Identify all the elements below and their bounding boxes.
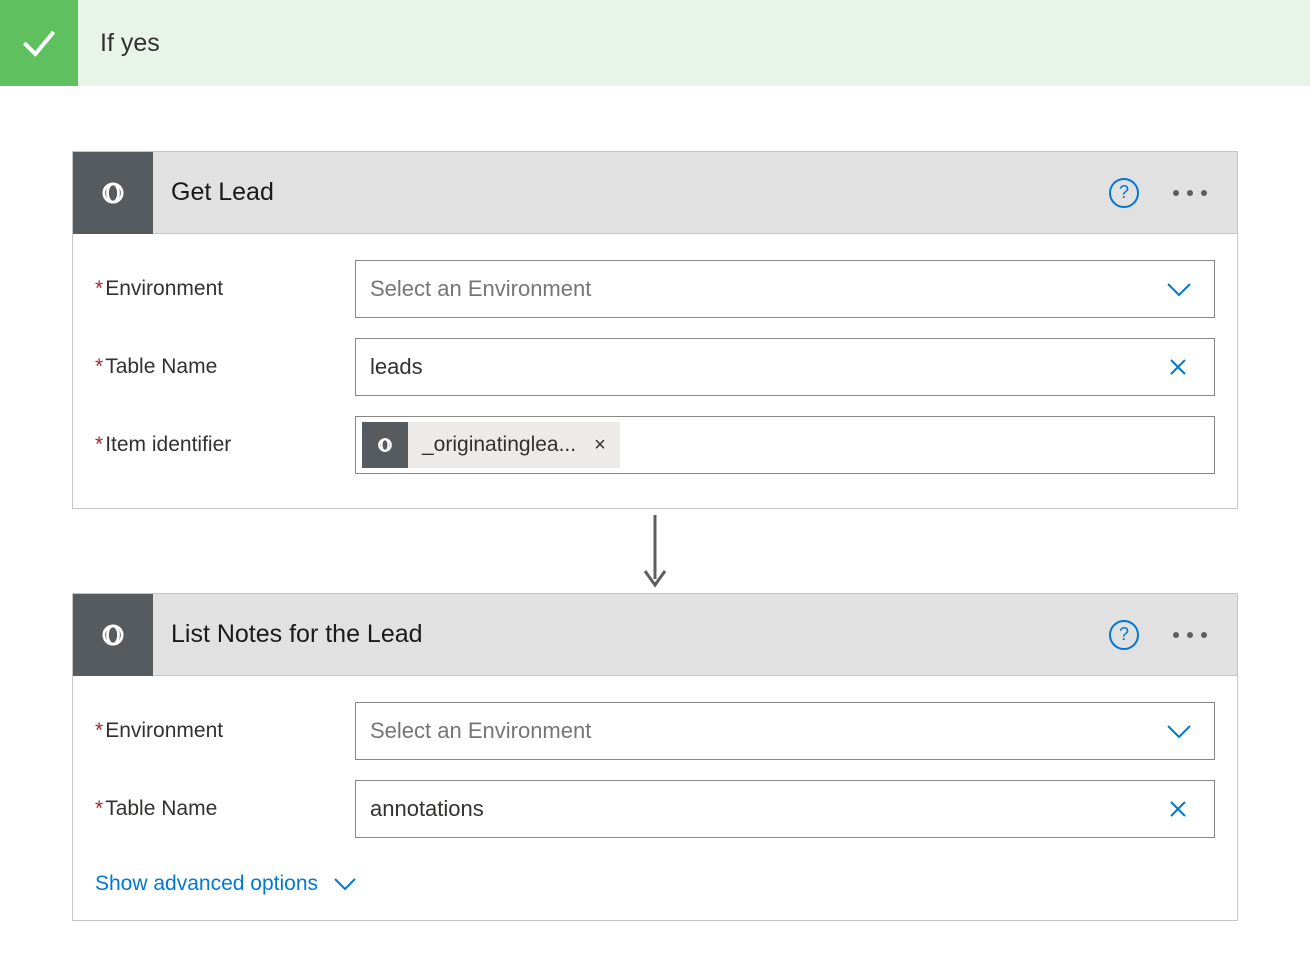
table-name-input[interactable]: leads <box>355 338 1215 396</box>
dataverse-connector-icon <box>73 594 153 676</box>
help-icon[interactable]: ? <box>1109 620 1139 650</box>
action-header[interactable]: Get Lead ? <box>73 152 1237 234</box>
dynamic-content-token[interactable]: _originatinglea... × <box>362 422 620 468</box>
clear-input-icon[interactable] <box>1166 355 1190 379</box>
more-menu-icon[interactable] <box>1173 180 1207 206</box>
item-identifier-input[interactable]: _originatinglea... × <box>355 416 1215 474</box>
dataverse-connector-icon <box>362 422 408 468</box>
help-icon[interactable]: ? <box>1109 178 1139 208</box>
branch-title: If yes <box>78 29 160 58</box>
item-identifier-label: *Item identifier <box>95 433 355 457</box>
chevron-down-icon <box>1164 279 1194 299</box>
action-title: Get Lead <box>153 178 1109 207</box>
chevron-down-icon <box>332 875 358 893</box>
more-menu-icon[interactable] <box>1173 622 1207 648</box>
table-name-input[interactable]: annotations <box>355 780 1215 838</box>
flow-canvas: Get Lead ? *Environment Select an Enviro… <box>0 86 1310 957</box>
table-name-label: *Table Name <box>95 355 355 379</box>
clear-input-icon[interactable] <box>1166 797 1190 821</box>
environment-label: *Environment <box>95 277 355 301</box>
environment-dropdown[interactable]: Select an Environment <box>355 702 1215 760</box>
show-advanced-options-toggle[interactable]: Show advanced options <box>73 848 1237 896</box>
action-card-get-lead: Get Lead ? *Environment Select an Enviro… <box>72 151 1238 509</box>
action-title: List Notes for the Lead <box>153 620 1109 649</box>
condition-branch-header[interactable]: If yes <box>0 0 1310 86</box>
dataverse-connector-icon <box>73 152 153 234</box>
action-header[interactable]: List Notes for the Lead ? <box>73 594 1237 676</box>
flow-connector-arrow <box>72 509 1238 593</box>
check-icon <box>0 0 78 86</box>
table-name-label: *Table Name <box>95 797 355 821</box>
token-remove-icon[interactable]: × <box>594 434 606 457</box>
chevron-down-icon <box>1164 721 1194 741</box>
environment-dropdown[interactable]: Select an Environment <box>355 260 1215 318</box>
action-card-list-notes: List Notes for the Lead ? *Environment S… <box>72 593 1238 921</box>
environment-label: *Environment <box>95 719 355 743</box>
